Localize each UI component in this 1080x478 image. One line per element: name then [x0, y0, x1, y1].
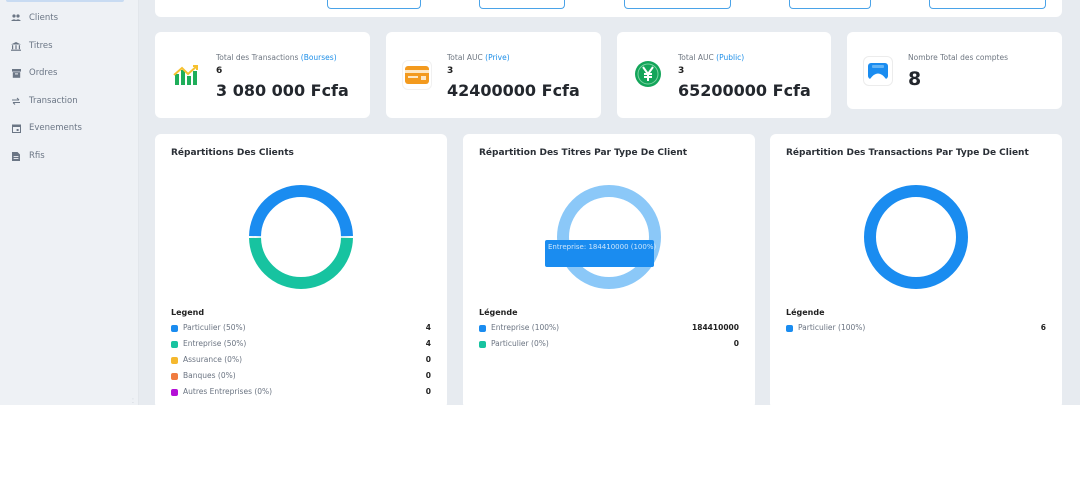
- credit-card-icon: [402, 60, 432, 90]
- stat-value: 3 080 000 Fcfa: [216, 81, 349, 100]
- legend-title: Légende: [786, 308, 825, 317]
- legend-value: 0: [425, 371, 431, 380]
- stat-count: 6: [216, 66, 223, 76]
- stat-card-auc-public: Total AUC (Public) 3 65200000 Fcfa: [617, 32, 831, 118]
- stat-card-comptes: Nombre Total des comptes 8: [847, 32, 1062, 109]
- filter-button[interactable]: [624, 0, 731, 9]
- panel-repartition-transactions: Répartition Des Transactions Par Type De…: [770, 134, 1062, 405]
- donut-chart-titres: [557, 185, 661, 289]
- sidebar-item-clients[interactable]: Clients: [0, 8, 139, 28]
- stat-count: 3: [678, 66, 685, 76]
- legend-value: 0: [425, 387, 431, 396]
- legend-value: 0: [425, 355, 431, 364]
- filter-bar: [155, 0, 1062, 17]
- legend-value: 0: [733, 339, 739, 348]
- panel-title: Répartition Des Transactions Par Type De…: [786, 148, 1029, 158]
- sidebar-item-label: Titres: [29, 41, 53, 51]
- sidebar-item-transaction[interactable]: Transaction: [0, 91, 139, 111]
- sidebar-item-label: Ordres: [29, 68, 58, 78]
- sidebar: Clients Titres Ordres Transaction Evenem: [0, 0, 139, 405]
- legend-label: Particulier (100%): [798, 323, 866, 332]
- sidebar-item-ordres[interactable]: Ordres: [0, 63, 139, 83]
- legend-label: Entreprise (100%): [491, 323, 560, 332]
- sidebar-item-titres[interactable]: Titres: [0, 36, 139, 56]
- legend-value: 184410000: [692, 323, 739, 332]
- filter-button[interactable]: [327, 0, 421, 9]
- legend-item[interactable]: Autres Entreprises (0%) 0: [171, 387, 431, 399]
- stat-count: 3: [447, 66, 454, 76]
- legend-title: Legend: [171, 308, 205, 317]
- legend-swatch: [786, 325, 793, 332]
- tooltip-text: Entreprise: 184410000 (100%): [548, 243, 657, 251]
- legend-label: Banques (0%): [183, 371, 236, 380]
- panel-title: Répartition Des Titres Par Type De Clien…: [479, 148, 688, 158]
- yen-coin-icon: [633, 59, 663, 89]
- donut-slice-entreprise[interactable]: [249, 237, 353, 289]
- dashboard: Clients Titres Ordres Transaction Evenem: [0, 0, 1080, 405]
- stat-label: Total des Transactions (Bourses): [216, 53, 337, 62]
- filter-button[interactable]: [789, 0, 871, 9]
- legend-value: 6: [1040, 323, 1046, 332]
- legend-value: 4: [425, 323, 431, 332]
- transfer-icon: [11, 96, 21, 106]
- legend-value: 4: [425, 339, 431, 348]
- legend-label: Assurance (0%): [183, 355, 243, 364]
- stat-value: 8: [908, 68, 922, 90]
- panel-title: Répartitions Des Clients: [171, 148, 294, 158]
- chart-bar-icon: [171, 60, 201, 90]
- legend-item[interactable]: Banques (0%) 0: [171, 371, 431, 383]
- filter-button[interactable]: [929, 0, 1046, 9]
- users-icon: [11, 13, 21, 23]
- sidebar-resize-handle[interactable]: ⁚: [132, 399, 136, 405]
- legend-swatch: [171, 389, 178, 396]
- legend-item[interactable]: Assurance (0%) 0: [171, 355, 431, 367]
- legend-item[interactable]: Entreprise (100%) 184410000: [479, 323, 739, 335]
- chart-tooltip: Entreprise: 184410000 (100%): [545, 240, 657, 267]
- legend-item[interactable]: Particulier (100%) 6: [786, 323, 1046, 335]
- donut-slice-entreprise[interactable]: [557, 185, 661, 289]
- legend-label: Entreprise (50%): [183, 339, 247, 348]
- legend-item[interactable]: Entreprise (50%) 4: [171, 339, 431, 351]
- sidebar-item-rfis[interactable]: Rfis: [0, 146, 139, 166]
- legend-swatch: [171, 373, 178, 380]
- account-icon: [863, 56, 893, 86]
- filter-button[interactable]: [479, 0, 565, 9]
- legend-label: Particulier (50%): [183, 323, 246, 332]
- donut-chart-clients: [249, 185, 353, 289]
- legend-swatch: [171, 357, 178, 364]
- archive-icon: [11, 68, 21, 78]
- legend-title: Légende: [479, 308, 518, 317]
- legend-item[interactable]: Particulier (50%) 4: [171, 323, 431, 335]
- donut-chart-transactions: [864, 185, 968, 289]
- donut-slice-particulier[interactable]: [249, 185, 353, 237]
- bank-icon: [11, 41, 21, 51]
- sidebar-item-evenements[interactable]: Evenements: [0, 118, 139, 138]
- legend-swatch: [479, 341, 486, 348]
- sidebar-item-label: Evenements: [29, 123, 82, 133]
- legend-label: Particulier (0%): [491, 339, 549, 348]
- panel-repartition-clients: Répartitions Des Clients Legend Particul…: [155, 134, 447, 405]
- donut-slice-particulier[interactable]: [864, 185, 968, 289]
- stat-label: Total AUC (Prive): [447, 53, 510, 62]
- stat-label: Nombre Total des comptes: [908, 53, 1008, 62]
- sidebar-item-label: Transaction: [29, 96, 78, 106]
- stat-card-auc-prive: Total AUC (Prive) 3 42400000 Fcfa: [386, 32, 601, 118]
- panel-repartition-titres: Répartition Des Titres Par Type De Clien…: [463, 134, 755, 405]
- sidebar-active-indicator: [6, 0, 124, 2]
- legend-swatch: [171, 341, 178, 348]
- legend-swatch: [479, 325, 486, 332]
- stat-label: Total AUC (Public): [678, 53, 745, 62]
- document-icon: [11, 151, 21, 161]
- stat-value: 42400000 Fcfa: [447, 81, 580, 100]
- sidebar-item-label: Rfis: [29, 151, 45, 161]
- calendar-icon: [11, 123, 21, 133]
- legend-swatch: [171, 325, 178, 332]
- legend-item[interactable]: Particulier (0%) 0: [479, 339, 739, 351]
- legend-label: Autres Entreprises (0%): [183, 387, 273, 396]
- sidebar-item-label: Clients: [29, 13, 59, 23]
- stat-value: 65200000 Fcfa: [678, 81, 811, 100]
- stat-card-transactions: Total des Transactions (Bourses) 6 3 080…: [155, 32, 370, 118]
